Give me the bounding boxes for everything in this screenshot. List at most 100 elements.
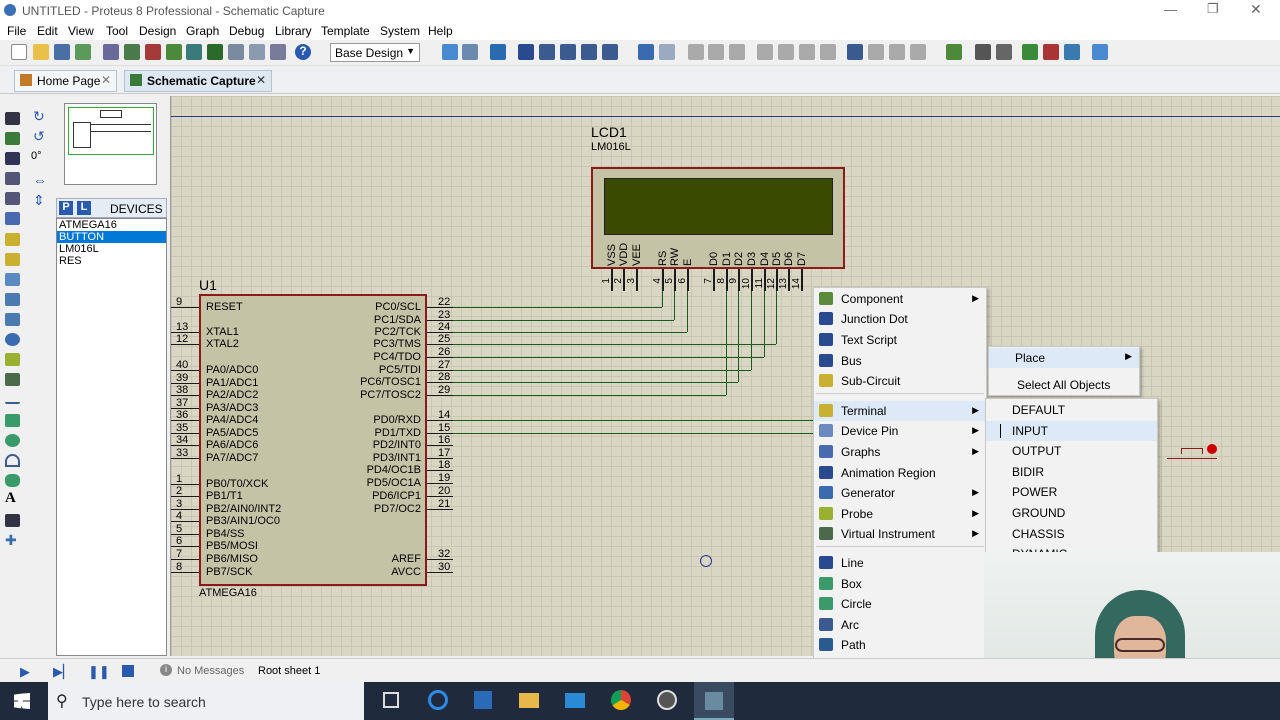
- zoom-all-icon[interactable]: [581, 44, 597, 60]
- menu-item-line[interactable]: Line: [814, 553, 986, 573]
- stop-icon[interactable]: [122, 665, 134, 677]
- arc-mode-icon[interactable]: [5, 454, 20, 467]
- play-icon[interactable]: ▶: [20, 664, 30, 680]
- file-explorer-icon[interactable]: [519, 693, 539, 708]
- menu-item-ground[interactable]: GROUND: [986, 503, 1157, 523]
- close-icon[interactable]: ✕: [1250, 1, 1262, 18]
- import-icon[interactable]: [75, 44, 91, 60]
- chrome-icon[interactable]: [611, 690, 631, 710]
- message-status[interactable]: No Messages: [177, 665, 244, 677]
- new-sheet-icon[interactable]: [1022, 44, 1038, 60]
- box-mode-icon[interactable]: [5, 414, 20, 427]
- virtual-instrument-mode-icon[interactable]: [5, 373, 20, 386]
- windows-start-icon[interactable]: [14, 693, 30, 709]
- mirror-horizontal-icon[interactable]: ⇔: [33, 173, 48, 187]
- open-folder-icon[interactable]: [33, 44, 49, 60]
- menu-item-circle[interactable]: Circle: [814, 594, 986, 614]
- copy-icon[interactable]: [708, 44, 724, 60]
- minimize-icon[interactable]: —: [1164, 2, 1177, 17]
- selection-mode-icon[interactable]: [5, 112, 20, 125]
- step-icon[interactable]: ▶▏: [53, 664, 73, 680]
- menu-item-sub-circuit[interactable]: Sub-Circuit: [814, 371, 986, 391]
- menu-item-device-pin[interactable]: Device Pin ▶: [814, 421, 986, 441]
- generator-mode-icon[interactable]: [5, 333, 20, 346]
- taskbar-search[interactable]: ⚲ Type here to search: [48, 682, 364, 720]
- menu-tool[interactable]: Tool: [106, 24, 128, 38]
- pick-devices-button[interactable]: P: [59, 201, 73, 215]
- zoom-out-icon[interactable]: [560, 44, 576, 60]
- menu-graph[interactable]: Graph: [186, 24, 219, 38]
- wire-autorouter-icon[interactable]: [946, 44, 962, 60]
- mail-icon[interactable]: [565, 693, 585, 708]
- 3d-view-icon[interactable]: [166, 44, 182, 60]
- cut-icon[interactable]: [688, 44, 704, 60]
- mirror-vertical-icon[interactable]: ⇕: [33, 193, 48, 207]
- design-explorer-icon[interactable]: [207, 44, 223, 60]
- menu-item-virtual-instrument[interactable]: Virtual Instrument ▶: [814, 524, 986, 544]
- menu-item-default[interactable]: DEFAULT: [986, 400, 1157, 420]
- list-item[interactable]: ATMEGA16: [57, 219, 166, 231]
- menu-item-power[interactable]: POWER: [986, 482, 1157, 502]
- maximize-icon[interactable]: ❐: [1207, 1, 1219, 17]
- menu-item-bus[interactable]: Bus: [814, 351, 986, 371]
- menu-design[interactable]: Design: [139, 24, 176, 38]
- library-manager-button[interactable]: L: [77, 201, 91, 215]
- rotation-angle[interactable]: 0°: [31, 150, 42, 162]
- text-script-mode-icon[interactable]: [5, 192, 20, 205]
- pan-icon[interactable]: [518, 44, 534, 60]
- component-mode-icon[interactable]: [5, 132, 20, 145]
- list-item-selected[interactable]: BUTTON: [57, 231, 166, 243]
- menu-item-animation-region[interactable]: Animation Region: [814, 463, 986, 483]
- paste-icon[interactable]: [729, 44, 745, 60]
- home-icon[interactable]: [103, 44, 119, 60]
- refresh-icon[interactable]: [442, 44, 458, 60]
- sub-circuit-mode-icon[interactable]: [5, 233, 20, 246]
- menu-system[interactable]: System: [380, 24, 420, 38]
- bus-mode-icon[interactable]: [5, 212, 20, 225]
- packaging-icon[interactable]: [889, 44, 905, 60]
- symbol-mode-icon[interactable]: [5, 514, 20, 527]
- schematic-icon[interactable]: [124, 44, 140, 60]
- block-copy-icon[interactable]: [757, 44, 773, 60]
- exit-parent-icon[interactable]: [1064, 44, 1080, 60]
- button-component[interactable]: [1167, 444, 1217, 464]
- rotate-ccw-icon[interactable]: ↺: [33, 129, 48, 143]
- close-tab-icon[interactable]: ✕: [256, 73, 266, 87]
- design-select[interactable]: Base Design ▼: [330, 43, 420, 62]
- wire-label-mode-icon[interactable]: [5, 172, 20, 185]
- menu-item-generator[interactable]: Generator ▶: [814, 483, 986, 503]
- zoom-in-icon[interactable]: [539, 44, 555, 60]
- circle-mode-icon[interactable]: [5, 434, 20, 447]
- menu-item-terminal[interactable]: Terminal ▶: [814, 401, 986, 421]
- menu-help[interactable]: Help: [428, 24, 453, 38]
- menu-item-chassis[interactable]: CHASSIS: [986, 524, 1157, 544]
- menu-debug[interactable]: Debug: [229, 24, 264, 38]
- rotate-cw-icon[interactable]: ↻: [33, 109, 48, 123]
- block-move-icon[interactable]: [778, 44, 794, 60]
- menu-item-box[interactable]: Box: [814, 574, 986, 594]
- menu-item-bidir[interactable]: BIDIR: [986, 462, 1157, 482]
- menu-item-place[interactable]: Place ▶: [989, 348, 1139, 368]
- origin-icon[interactable]: [490, 44, 506, 60]
- undo-icon[interactable]: [638, 44, 654, 60]
- menu-item-junction-dot[interactable]: Junction Dot: [814, 309, 986, 329]
- text-mode-icon[interactable]: A: [5, 490, 16, 507]
- device-pin-mode-icon[interactable]: [5, 273, 20, 286]
- probe-mode-icon[interactable]: [5, 353, 20, 366]
- list-item[interactable]: RES: [57, 255, 166, 267]
- menu-item-probe[interactable]: Probe ▶: [814, 504, 986, 524]
- tab-home-page[interactable]: Home Page ✕: [14, 70, 117, 92]
- redo-icon[interactable]: [659, 44, 675, 60]
- menu-item-input[interactable]: INPUT: [986, 420, 1157, 441]
- new-file-icon[interactable]: [11, 44, 27, 60]
- menu-template[interactable]: Template: [321, 24, 370, 38]
- menu-item-graphs[interactable]: Graphs ▶: [814, 442, 986, 462]
- menu-item-text-script[interactable]: Text Script: [814, 330, 986, 350]
- zoom-area-icon[interactable]: [602, 44, 618, 60]
- obs-icon[interactable]: [657, 690, 677, 710]
- menu-library[interactable]: Library: [275, 24, 312, 38]
- path-mode-icon[interactable]: [5, 474, 20, 487]
- source-code-icon[interactable]: [270, 44, 286, 60]
- graph-mode-icon[interactable]: [5, 293, 20, 306]
- menu-item-select-all[interactable]: Select All Objects: [989, 375, 1139, 395]
